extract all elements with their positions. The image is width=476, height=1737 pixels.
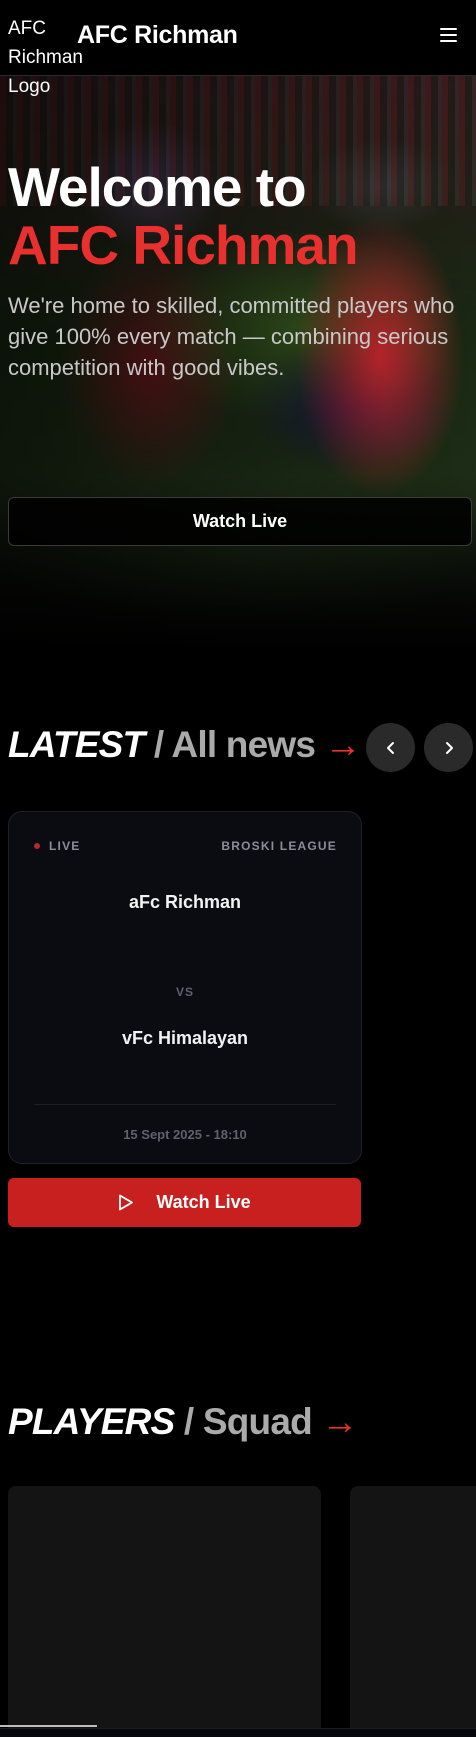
brand-name[interactable]: AFC Richman <box>77 21 238 50</box>
hero-description: We're home to skilled, committed players… <box>8 293 455 380</box>
player-card[interactable] <box>8 1486 321 1737</box>
hamburger-menu-icon[interactable] <box>440 28 457 42</box>
all-news-link[interactable]: / All news <box>154 724 316 765</box>
latest-title: LATEST <box>8 724 145 765</box>
hero-title: Welcome to AFC Richman <box>8 156 359 276</box>
match-watch-live-button[interactable]: Watch Live <box>8 1178 361 1227</box>
hero-section: Welcome to AFC Richman We're home to ski… <box>0 76 476 646</box>
live-dot-icon <box>34 843 40 849</box>
play-icon <box>119 1194 134 1211</box>
horizontal-scrollbar[interactable] <box>0 1728 476 1737</box>
arrow-right-icon[interactable]: → <box>321 1401 358 1442</box>
live-status-label: LIVE <box>49 839 81 853</box>
match-card[interactable]: LIVE BROSKI LEAGUE aFc Richman VS vFc Hi… <box>8 811 362 1164</box>
carousel-prev-button[interactable] <box>366 723 415 772</box>
match-datetime: 15 Sept 2025 - 18:10 <box>123 1127 247 1142</box>
player-card[interactable] <box>350 1486 476 1737</box>
scroll-indicator[interactable] <box>0 1725 97 1727</box>
home-team: aFc Richman <box>128 892 242 912</box>
hero-title-line1: Welcome to <box>8 156 307 218</box>
away-team: vFc Himalayan <box>121 1028 249 1048</box>
site-logo[interactable]: AFC Richman Logo <box>8 14 88 101</box>
players-title: PLAYERS <box>8 1401 175 1442</box>
arrow-right-icon[interactable]: → <box>325 724 362 765</box>
squad-link[interactable]: / Squad <box>184 1401 313 1442</box>
hero-watch-live-button[interactable]: Watch Live <box>8 497 472 546</box>
live-status-badge: LIVE <box>34 839 80 853</box>
hero-title-line2: AFC Richman <box>8 214 359 276</box>
league-name: BROSKI LEAGUE <box>221 839 337 853</box>
chevron-left-icon <box>386 741 394 754</box>
latest-heading: LATEST / All news → <box>8 724 362 766</box>
card-divider <box>34 1104 336 1105</box>
site-header: AFC Richman Logo AFC Richman <box>0 0 476 97</box>
chevron-right-icon <box>445 741 453 754</box>
match-watch-live-label: Watch Live <box>156 1192 251 1212</box>
players-heading: PLAYERS / Squad → <box>8 1401 358 1443</box>
carousel-next-button[interactable] <box>424 723 473 772</box>
versus-label: VS <box>175 985 194 999</box>
